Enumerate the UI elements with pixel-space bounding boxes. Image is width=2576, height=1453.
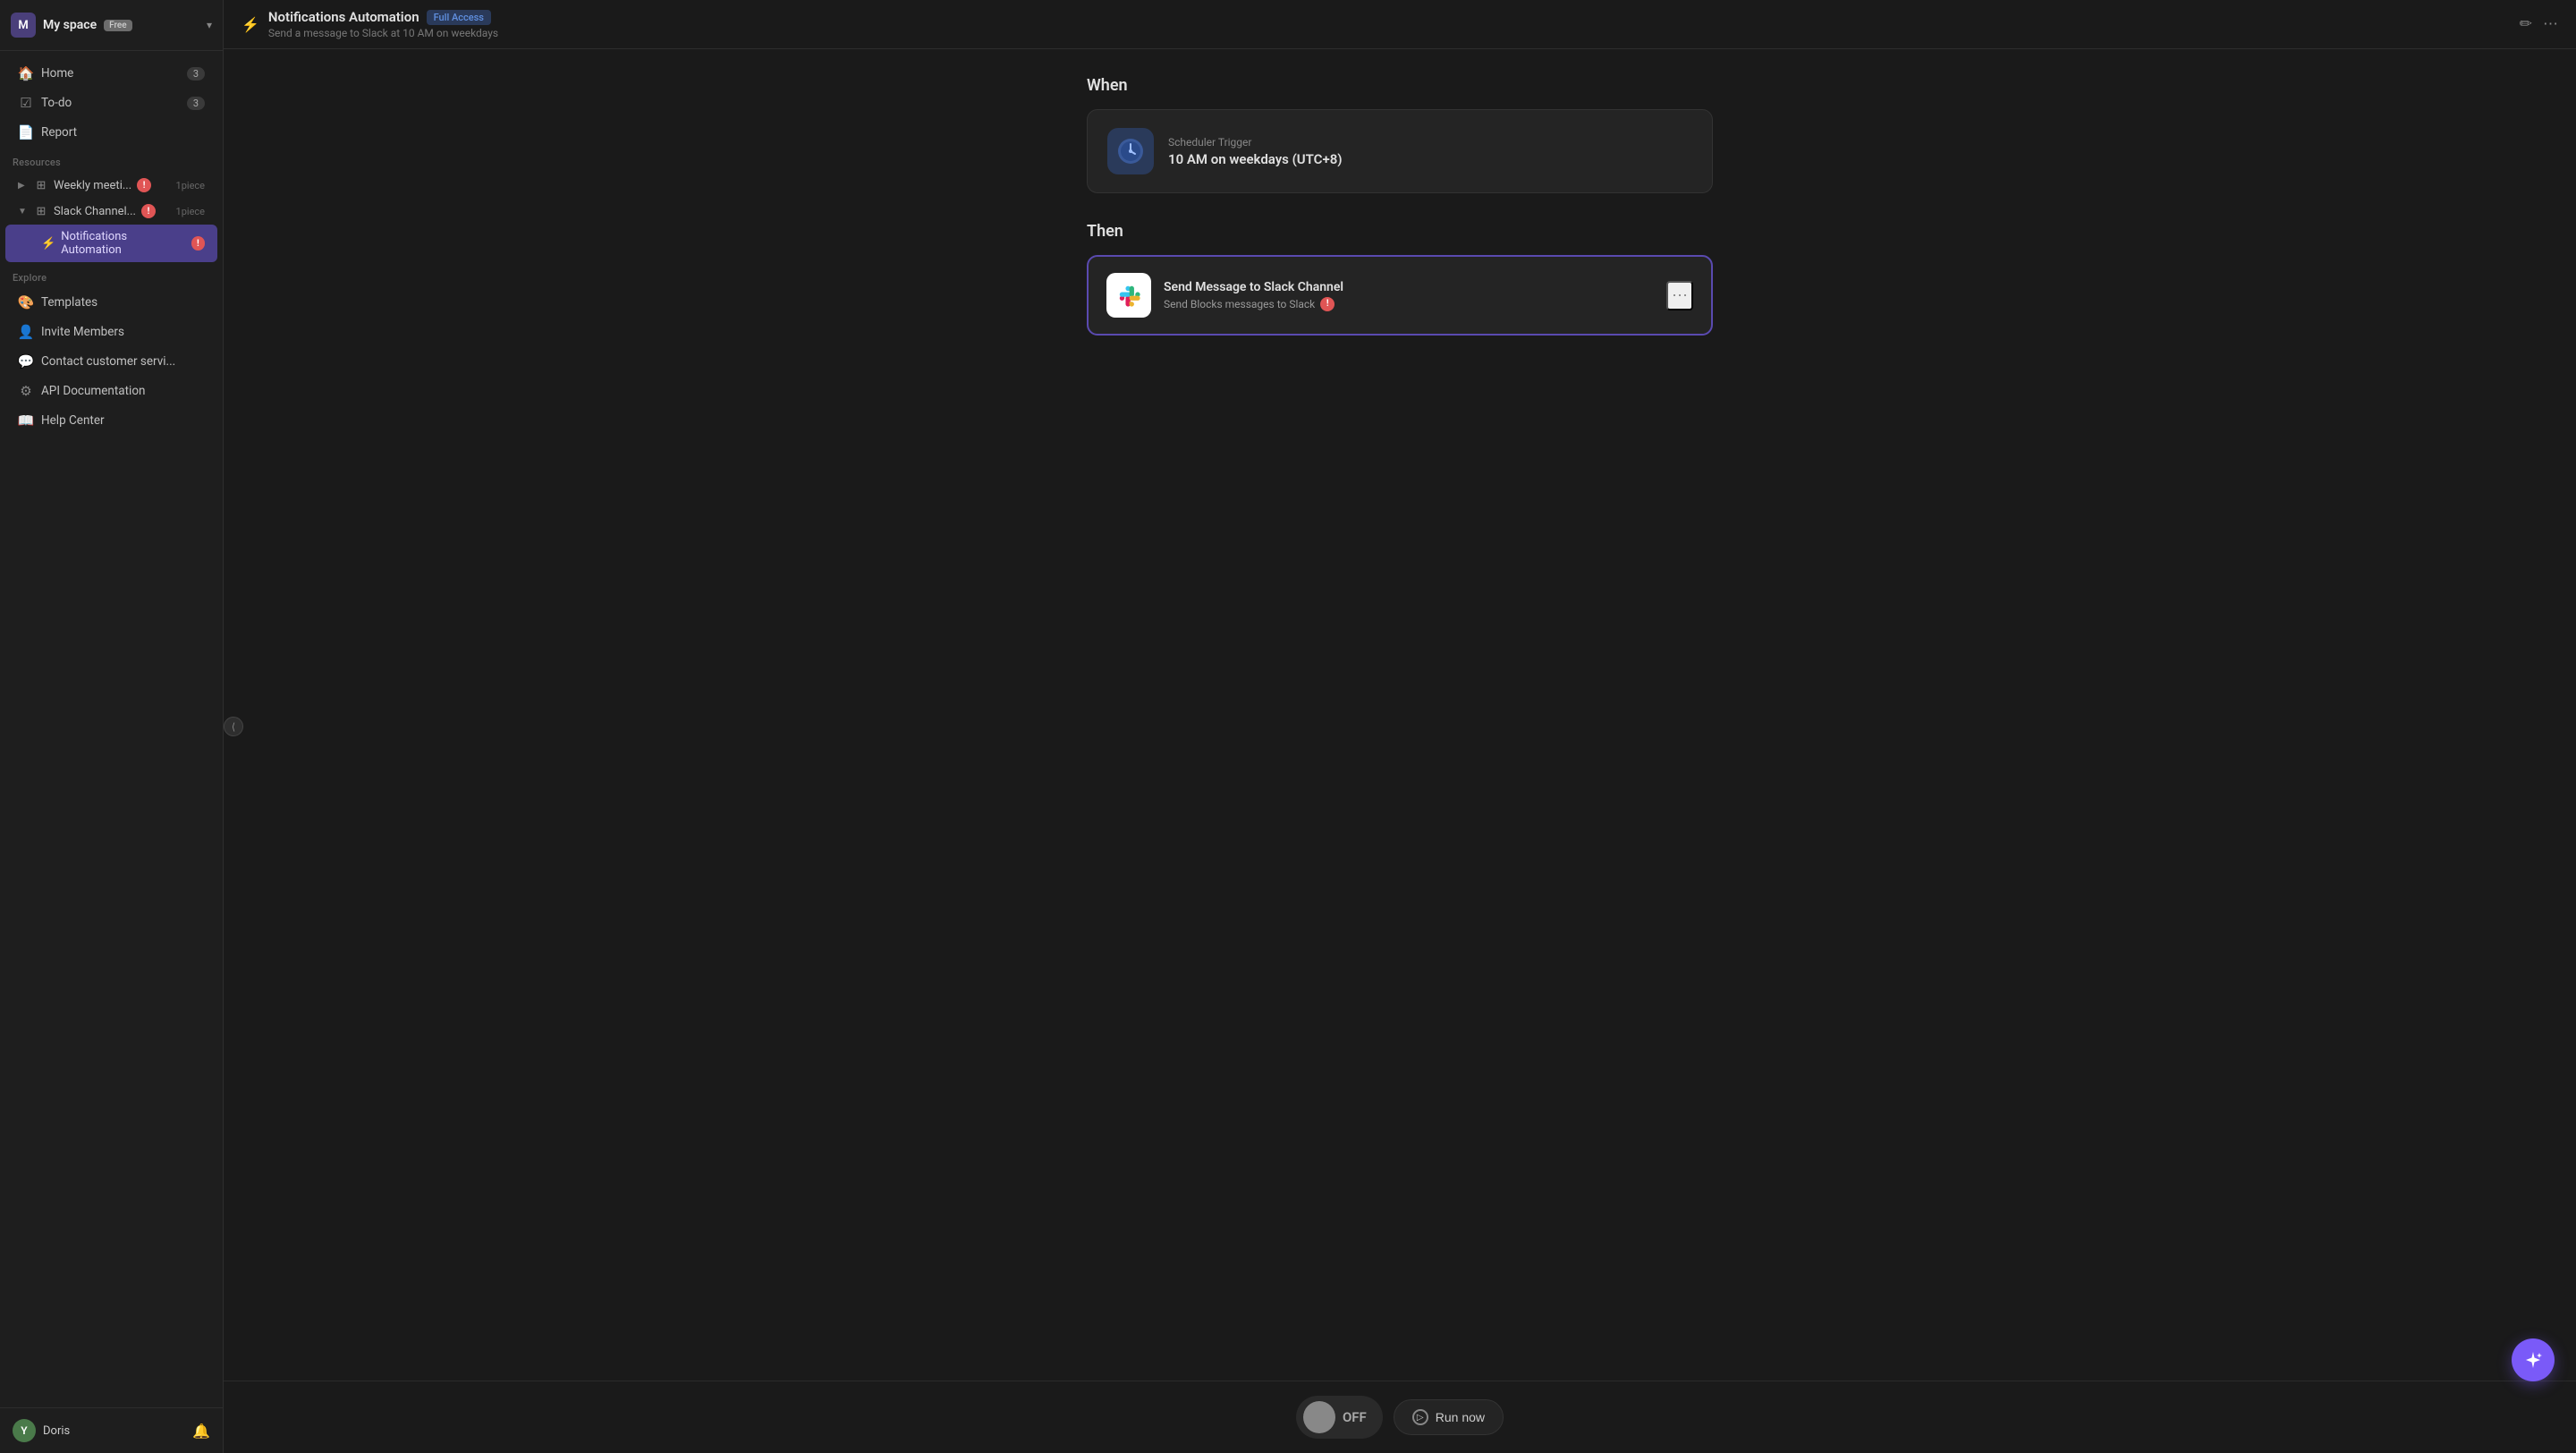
sidebar-item-invite[interactable]: 👤 Invite Members (5, 318, 217, 346)
sidebar-item-home[interactable]: 🏠 Home 3 (5, 59, 217, 88)
trigger-card[interactable]: Scheduler Trigger 10 AM on weekdays (UTC… (1087, 109, 1713, 193)
help-label: Help Center (41, 413, 105, 428)
run-now-button[interactable]: ▷ Run now (1394, 1399, 1504, 1435)
sidebar-item-contact[interactable]: 💬 Contact customer servi... (5, 347, 217, 376)
slack-channel-piece-count: 1piece (176, 206, 205, 217)
home-icon: 🏠 (18, 65, 34, 81)
nav-label-home: Home (41, 66, 73, 81)
invite-label: Invite Members (41, 325, 124, 339)
weekly-piece-count: 1piece (176, 180, 205, 191)
run-now-label: Run now (1436, 1410, 1485, 1424)
full-access-badge: Full Access (427, 10, 491, 25)
todo-icon: ☑ (18, 95, 34, 111)
slack-channel-dot-badge: ! (141, 204, 156, 218)
toggle-container[interactable]: OFF (1296, 1396, 1383, 1439)
contact-icon: 💬 (18, 353, 34, 370)
grid-icon: ⊞ (34, 178, 48, 192)
trigger-value: 10 AM on weekdays (UTC+8) (1168, 151, 1343, 167)
action-card-menu-button[interactable]: ⋯ (1666, 281, 1693, 310)
sidebar: M My space Free ▾ 🏠 Home 3 ☑ To-do 3 📄 R… (0, 0, 224, 1453)
fab-button[interactable] (2512, 1338, 2555, 1381)
sidebar-item-weekly[interactable]: ▶ ⊞ Weekly meeti... ! 1piece (5, 173, 217, 198)
content-area: When Scheduler Trigger 10 AM on weekdays… (224, 49, 2576, 1381)
grid-icon-2: ⊞ (34, 204, 48, 218)
notifications-automation-label: Notifications Automation (61, 230, 185, 257)
weekly-label: Weekly meeti... (54, 179, 131, 192)
sidebar-item-help[interactable]: 📖 Help Center (5, 406, 217, 435)
home-badge: 3 (187, 67, 205, 81)
topbar: ⚡ Notifications Automation Full Access S… (224, 0, 2576, 49)
templates-icon: 🎨 (18, 294, 34, 310)
invite-icon: 👤 (18, 324, 34, 340)
api-label: API Documentation (41, 384, 145, 398)
edit-icon[interactable]: ✏ (2520, 15, 2532, 33)
templates-label: Templates (41, 295, 97, 310)
space-name: My space (43, 18, 97, 32)
help-icon: 📖 (18, 412, 34, 429)
user-name: Doris (43, 1424, 70, 1438)
api-icon: ⚙ (18, 383, 34, 399)
nav-label-todo: To-do (41, 96, 72, 110)
page-title: Notifications Automation (268, 9, 419, 25)
collapse-arrow-icon: ▼ (18, 207, 29, 217)
slack-icon-wrapper (1106, 273, 1151, 318)
sidebar-collapse-button[interactable]: ⟨ (224, 717, 243, 736)
action-card[interactable]: Send Message to Slack Channel Send Block… (1087, 255, 1713, 336)
sidebar-item-api[interactable]: ⚙ API Documentation (5, 377, 217, 405)
bell-icon[interactable]: 🔔 (192, 1423, 210, 1440)
topbar-actions: ✏ ⋯ (2520, 15, 2558, 33)
automation-dot-badge: ! (191, 236, 205, 251)
user-avatar: Y (13, 1419, 36, 1442)
run-icon: ▷ (1412, 1409, 1428, 1425)
action-title: Send Message to Slack Channel (1164, 280, 1343, 294)
plan-badge: Free (104, 20, 132, 31)
trigger-label: Scheduler Trigger (1168, 136, 1343, 149)
more-options-icon[interactable]: ⋯ (2543, 15, 2558, 33)
resources-section-label: Resources (0, 148, 223, 172)
scheduler-icon (1116, 137, 1145, 166)
expand-arrow-icon: ▶ (18, 181, 29, 191)
sidebar-item-report[interactable]: 📄 Report (5, 118, 217, 147)
toggle-label: OFF (1343, 1409, 1376, 1425)
flow-container: When Scheduler Trigger 10 AM on weekdays… (1087, 76, 1713, 336)
weekly-dot-badge: ! (137, 178, 151, 192)
sidebar-nav: 🏠 Home 3 ☑ To-do 3 📄 Report Resources ▶ … (0, 51, 223, 1407)
main-content: ⚡ Notifications Automation Full Access S… (224, 0, 2576, 1453)
sidebar-item-todo[interactable]: ☑ To-do 3 (5, 89, 217, 117)
sidebar-header[interactable]: M My space Free ▾ (0, 0, 223, 51)
fab-sparkle-icon (2523, 1350, 2543, 1370)
action-info: Send Message to Slack Channel Send Block… (1164, 280, 1343, 311)
scheduler-icon-wrapper (1107, 128, 1154, 174)
todo-badge: 3 (187, 97, 205, 110)
sidebar-footer[interactable]: Y Doris 🔔 (0, 1407, 223, 1453)
action-subtitle: Send Blocks messages to Slack ! (1164, 297, 1343, 311)
slack-channel-label: Slack Channel... (54, 205, 136, 218)
nav-label-report: Report (41, 125, 77, 140)
report-icon: 📄 (18, 124, 34, 140)
when-section-header: When (1087, 76, 1713, 95)
then-section-header: Then (1087, 222, 1713, 241)
action-subtitle-text: Send Blocks messages to Slack (1164, 298, 1315, 310)
sidebar-item-notifications-automation[interactable]: ⚡ Notifications Automation ! (5, 225, 217, 262)
chevron-down-icon: ▾ (207, 19, 212, 31)
explore-section-label: Explore (0, 263, 223, 287)
space-avatar: M (11, 13, 36, 38)
trigger-info: Scheduler Trigger 10 AM on weekdays (UTC… (1168, 136, 1343, 167)
warning-dot-badge: ! (1320, 297, 1335, 311)
automation-lightning-icon: ⚡ (41, 237, 55, 251)
bottom-bar: OFF ▷ Run now (224, 1381, 2576, 1453)
sidebar-item-slack-channel[interactable]: ▼ ⊞ Slack Channel... ! 1piece (5, 199, 217, 224)
topbar-lightning-icon: ⚡ (242, 16, 259, 33)
sidebar-item-templates[interactable]: 🎨 Templates (5, 288, 217, 317)
page-subtitle: Send a message to Slack at 10 AM on week… (268, 27, 498, 39)
contact-label: Contact customer servi... (41, 354, 175, 369)
slack-icon (1113, 279, 1145, 311)
toggle-knob (1303, 1401, 1335, 1433)
